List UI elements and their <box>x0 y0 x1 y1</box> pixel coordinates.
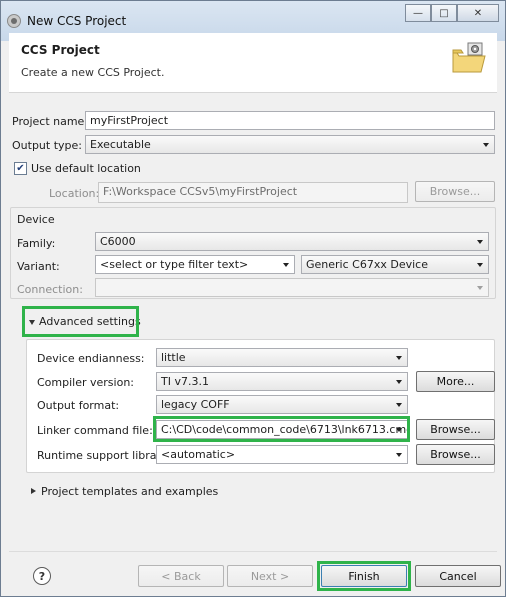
variant-value: Generic C67xx Device <box>306 258 428 271</box>
linker-command-file-value: C:\CD\code\common_code\6713\lnk6713.cmd <box>161 423 408 436</box>
family-select[interactable]: C6000 <box>95 232 489 251</box>
use-default-location-label: Use default location <box>31 162 141 175</box>
maximize-button[interactable]: □ <box>431 4 457 22</box>
cancel-button[interactable]: Cancel <box>415 565 501 587</box>
checkmark-icon: ✔ <box>16 162 25 174</box>
endianness-value: little <box>161 351 186 364</box>
compiler-version-label: Compiler version: <box>37 376 135 389</box>
project-templates-label: Project templates and examples <box>41 485 219 498</box>
variant-filter-text: <select or type filter text> <box>100 258 249 271</box>
variant-label: Variant: <box>17 260 60 273</box>
chevron-down-icon <box>283 263 289 267</box>
folder-gear-icon <box>452 42 486 73</box>
banner-subtitle: Create a new CCS Project. <box>21 66 165 79</box>
maximize-icon: □ <box>439 7 449 19</box>
endianness-select[interactable]: little <box>156 348 408 367</box>
output-format-value: legacy COFF <box>161 398 230 411</box>
finish-button[interactable]: Finish <box>321 565 407 587</box>
runtime-browse-button[interactable]: Browse... <box>416 444 495 465</box>
device-group: Device Family: C6000 Variant: <select or… <box>10 207 496 299</box>
expand-down-icon <box>29 320 35 325</box>
compiler-version-value: TI v7.3.1 <box>161 375 209 388</box>
compiler-version-select[interactable]: TI v7.3.1 <box>156 372 408 391</box>
project-name-input[interactable]: myFirstProject <box>85 111 495 130</box>
close-button[interactable]: ✕ <box>457 4 499 22</box>
advanced-settings-group: Device endianness: little Compiler versi… <box>26 339 495 473</box>
app-icon <box>7 14 21 28</box>
minimize-icon: — <box>413 7 423 19</box>
more-button[interactable]: More... <box>416 371 495 392</box>
connection-label: Connection: <box>17 283 83 296</box>
advanced-settings-label: Advanced settings <box>39 315 141 328</box>
runtime-support-library-value: <automatic> <box>161 448 236 461</box>
project-templates-toggle[interactable]: Project templates and examples <box>27 483 227 501</box>
next-button[interactable]: Next > <box>227 565 313 587</box>
new-ccs-project-dialog: New CCS Project — □ ✕ CCS Project Create… <box>0 0 506 597</box>
variant-select[interactable]: Generic C67xx Device <box>301 255 489 274</box>
minimize-button[interactable]: — <box>405 4 431 22</box>
chevron-down-icon <box>396 380 402 384</box>
chevron-down-icon <box>483 143 489 147</box>
chevron-down-icon <box>396 428 402 432</box>
linker-command-file-label: Linker command file: <box>37 424 153 437</box>
output-type-label: Output type: <box>12 139 82 152</box>
window-title: New CCS Project <box>27 14 127 28</box>
runtime-support-library-label: Runtime support library: <box>37 449 171 462</box>
help-button[interactable]: ? <box>33 567 51 585</box>
variant-filter-input[interactable]: <select or type filter text> <box>95 255 295 274</box>
wizard-banner: CCS Project Create a new CCS Project. <box>9 33 497 93</box>
location-browse-button[interactable]: Browse... <box>415 181 495 202</box>
project-name-label: Project name: <box>12 115 89 128</box>
device-group-label: Device <box>17 213 55 226</box>
wizard-content: Project name: myFirstProject Output type… <box>9 93 497 551</box>
output-type-value: Executable <box>90 138 151 151</box>
output-format-select[interactable]: legacy COFF <box>156 395 408 414</box>
location-label: Location: <box>49 187 100 200</box>
advanced-settings-toggle[interactable]: Advanced settings <box>23 309 141 335</box>
footer-separator <box>9 551 497 552</box>
chevron-down-icon <box>477 263 483 267</box>
back-button[interactable]: < Back <box>138 565 224 587</box>
use-default-location-checkbox[interactable]: ✔ <box>14 162 27 175</box>
expand-right-icon <box>31 488 36 494</box>
help-icon: ? <box>38 569 46 583</box>
chevron-down-icon <box>396 356 402 360</box>
output-format-label: Output format: <box>37 399 120 412</box>
family-value: C6000 <box>100 235 136 248</box>
location-input[interactable]: F:\Workspace CCSv5\myFirstProject <box>98 182 408 203</box>
banner-title: CCS Project <box>21 43 100 57</box>
chevron-down-icon <box>396 403 402 407</box>
endianness-label: Device endianness: <box>37 352 145 365</box>
linker-command-file-input[interactable]: C:\CD\code\common_code\6713\lnk6713.cmd <box>156 420 408 439</box>
chevron-down-icon <box>477 286 483 290</box>
linker-browse-button[interactable]: Browse... <box>416 419 495 440</box>
chevron-down-icon <box>396 453 402 457</box>
close-icon: ✕ <box>473 7 483 19</box>
window-controls: — □ ✕ <box>405 4 499 22</box>
connection-select[interactable] <box>95 278 489 297</box>
chevron-down-icon <box>477 240 483 244</box>
family-label: Family: <box>17 237 56 250</box>
runtime-support-library-select[interactable]: <automatic> <box>156 445 408 464</box>
output-type-select[interactable]: Executable <box>85 135 495 154</box>
